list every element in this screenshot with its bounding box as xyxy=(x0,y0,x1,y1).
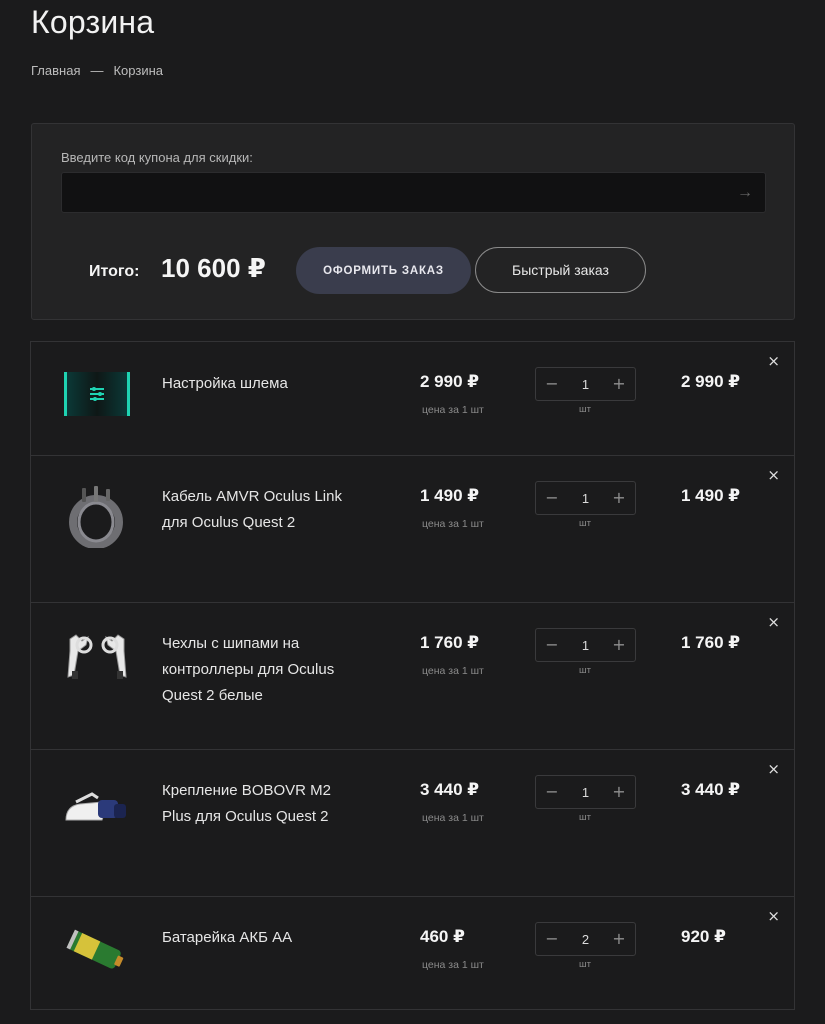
decrease-qty-button[interactable]: − xyxy=(544,637,560,653)
spiked-controllers-icon xyxy=(67,634,127,679)
increase-qty-button[interactable]: + xyxy=(611,784,627,800)
unit-price: 3 440 ₽ xyxy=(420,780,480,799)
cable-coil-icon xyxy=(69,486,123,549)
item-name[interactable]: Кабель AMVR Oculus Link для Oculus Quest… xyxy=(162,484,352,536)
cart-item: Батарейка АКБ АА 460 ₽ цена за 1 шт − 2 … xyxy=(31,897,794,1009)
close-icon: × xyxy=(767,760,780,778)
increase-qty-button[interactable]: + xyxy=(611,490,627,506)
remove-item-button[interactable]: × xyxy=(767,760,780,778)
head-strap-icon xyxy=(65,792,126,821)
quantity-stepper: − 1 + xyxy=(535,775,636,809)
unit-price-caption: цена за 1 шт xyxy=(422,404,484,416)
unit-price: 1 760 ₽ xyxy=(420,633,480,652)
coupon-submit-button[interactable]: → xyxy=(735,183,755,203)
close-icon: × xyxy=(767,466,780,484)
breadcrumb-home[interactable]: Главная xyxy=(31,63,80,78)
line-total: 3 440 ₽ xyxy=(681,780,741,799)
remove-item-button[interactable]: × xyxy=(767,352,780,370)
product-image[interactable] xyxy=(62,484,132,549)
qty-unit: шт xyxy=(579,665,591,676)
item-name[interactable]: Настройка шлема xyxy=(162,371,352,397)
qty-unit: шт xyxy=(579,812,591,823)
aa-battery-icon xyxy=(66,929,124,969)
cart-item: Настройка шлема 2 990 ₽ цена за 1 шт − 1… xyxy=(31,342,794,456)
unit-price: 1 490 ₽ xyxy=(420,486,480,505)
line-total: 1 760 ₽ xyxy=(681,633,741,652)
qty-unit: шт xyxy=(579,518,591,529)
decrease-qty-button[interactable]: − xyxy=(544,490,560,506)
unit-price-caption: цена за 1 шт xyxy=(422,665,484,677)
breadcrumb-current: Корзина xyxy=(113,63,164,78)
increase-qty-button[interactable]: + xyxy=(611,931,627,947)
remove-item-button[interactable]: × xyxy=(767,466,780,484)
unit-price-caption: цена за 1 шт xyxy=(422,812,484,824)
qty-value[interactable]: 1 xyxy=(582,785,589,800)
qty-unit: шт xyxy=(579,959,591,970)
unit-price-caption: цена за 1 шт xyxy=(422,518,484,530)
breadcrumb-separator: — xyxy=(90,63,104,78)
cart-item: Кабель AMVR Oculus Link для Oculus Quest… xyxy=(31,456,794,603)
decrease-qty-button[interactable]: − xyxy=(544,931,560,947)
vr-setup-card-icon xyxy=(64,372,130,416)
checkout-button[interactable]: Оформить заказ xyxy=(296,247,471,294)
quick-order-button[interactable]: Быстрый заказ xyxy=(475,247,646,293)
unit-price-caption: цена за 1 шт xyxy=(422,959,484,971)
decrease-qty-button[interactable]: − xyxy=(544,784,560,800)
decrease-qty-button[interactable]: − xyxy=(544,376,560,392)
page-title: Корзина xyxy=(31,4,155,40)
cart-list: Настройка шлема 2 990 ₽ цена за 1 шт − 1… xyxy=(30,341,795,1010)
unit-price: 460 ₽ xyxy=(420,927,465,946)
item-name[interactable]: Чехлы с шипами на контроллеры для Oculus… xyxy=(162,631,352,709)
quantity-stepper: − 2 + xyxy=(535,922,636,956)
increase-qty-button[interactable]: + xyxy=(611,637,627,653)
line-total: 2 990 ₽ xyxy=(681,372,741,391)
total-value: 10 600 ₽ xyxy=(161,253,266,283)
close-icon: × xyxy=(767,613,780,631)
unit-price: 2 990 ₽ xyxy=(420,372,480,391)
qty-value[interactable]: 1 xyxy=(582,491,589,506)
coupon-field: → xyxy=(61,172,766,213)
coupon-input[interactable] xyxy=(62,173,765,212)
product-image[interactable] xyxy=(62,367,132,427)
item-name[interactable]: Крепление BOBOVR M2 Plus для Oculus Ques… xyxy=(162,778,352,830)
line-total: 920 ₽ xyxy=(681,927,726,946)
item-name[interactable]: Батарейка АКБ АА xyxy=(162,925,352,951)
qty-unit: шт xyxy=(579,404,591,415)
cart-item: Чехлы с шипами на контроллеры для Oculus… xyxy=(31,603,794,750)
total-label: Итого: xyxy=(89,263,140,280)
quantity-stepper: − 1 + xyxy=(535,481,636,515)
cart-item: Крепление BOBOVR M2 Plus для Oculus Ques… xyxy=(31,750,794,897)
qty-value[interactable]: 1 xyxy=(582,638,589,653)
breadcrumb: Главная — Корзина xyxy=(31,63,163,78)
qty-value[interactable]: 1 xyxy=(582,377,589,392)
qty-value[interactable]: 2 xyxy=(582,932,589,947)
order-summary-panel: Введите код купона для скидки: → Итого: … xyxy=(31,123,795,320)
quantity-stepper: − 1 + xyxy=(535,628,636,662)
remove-item-button[interactable]: × xyxy=(767,613,780,631)
quantity-stepper: − 1 + xyxy=(535,367,636,401)
arrow-right-icon: → xyxy=(737,184,753,201)
increase-qty-button[interactable]: + xyxy=(611,376,627,392)
remove-item-button[interactable]: × xyxy=(767,907,780,925)
close-icon: × xyxy=(767,907,780,925)
line-total: 1 490 ₽ xyxy=(681,486,741,505)
product-image[interactable] xyxy=(62,631,132,691)
close-icon: × xyxy=(767,352,780,370)
coupon-label: Введите код купона для скидки: xyxy=(61,150,253,165)
product-image[interactable] xyxy=(62,923,132,983)
product-image[interactable] xyxy=(62,790,132,850)
